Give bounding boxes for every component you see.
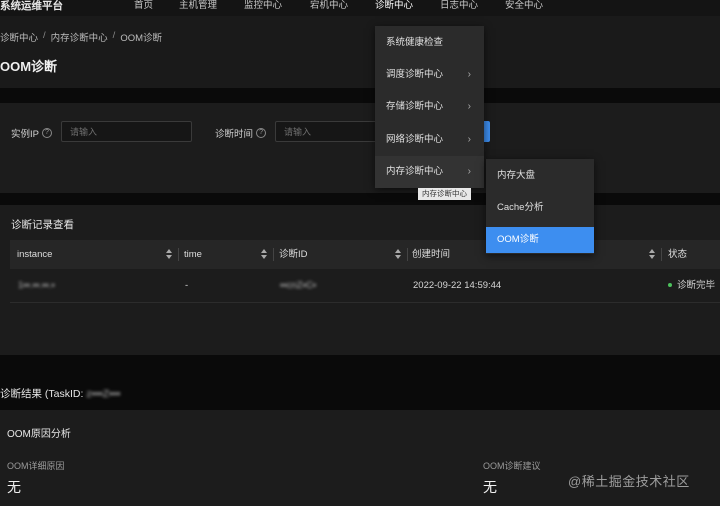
column-header-status: 状态: [668, 249, 688, 260]
chevron-right-icon: ›: [467, 166, 471, 177]
nav-item-log-center[interactable]: 日志中心: [440, 0, 478, 16]
breadcrumb-item-diagnose-center[interactable]: 诊断中心: [0, 30, 38, 44]
nav-item-diagnose-center[interactable]: 诊断中心: [375, 0, 413, 16]
nav-item-home[interactable]: 首页: [134, 0, 153, 16]
nav-item-security-center[interactable]: 安全中心: [505, 0, 543, 16]
nav-item-host-management[interactable]: 主机管理: [179, 0, 217, 16]
status-dot-icon: [668, 283, 672, 288]
column-divider: [273, 248, 274, 261]
records-title: 诊断记录查看: [11, 219, 74, 231]
cell-time: -: [185, 280, 189, 291]
submenu-item-memory-dashboard[interactable]: 内存大盘: [486, 163, 594, 189]
instance-ip-input[interactable]: [61, 121, 192, 142]
result-title: 诊断结果 (TaskID: z▪▪▪Z▪▪▪: [0, 386, 120, 401]
chevron-right-icon: ›: [467, 134, 471, 145]
memory-center-submenu: 内存大盘 Cache分析 OOM诊断: [486, 159, 594, 254]
menu-item-label: 系统健康检查: [386, 37, 444, 48]
menu-item-label: 调度诊断中心: [386, 69, 444, 80]
column-header-time[interactable]: time: [184, 240, 202, 269]
menu-item-label: 存储诊断中心: [386, 101, 444, 112]
menu-item-label: 内存诊断中心: [386, 166, 444, 177]
breadcrumb-separator: /: [43, 30, 46, 41]
nav-item-monitor-center[interactable]: 监控中心: [244, 0, 282, 16]
chevron-right-icon: ›: [467, 69, 471, 80]
submenu-item-cache-analysis[interactable]: Cache分析: [486, 195, 594, 221]
nav-item-crash-center[interactable]: 宕机中心: [310, 0, 348, 16]
column-header-created-time[interactable]: 创建时间: [412, 240, 450, 269]
table-header: instance time 诊断ID 创建时间 状态: [10, 240, 720, 269]
cell-instance: 1▪▪.▪▪.▪▪.▪: [18, 280, 55, 291]
help-icon[interactable]: ?: [256, 128, 267, 138]
instance-ip-label: 实例IP ?: [11, 126, 52, 140]
chevron-right-icon: ›: [467, 101, 471, 112]
breadcrumb: 诊断中心 / 内存诊断中心 / OOM诊断: [0, 30, 162, 44]
result-title-prefix: 诊断结果 (TaskID:: [0, 388, 87, 400]
column-divider: [178, 248, 179, 261]
column-divider: [407, 248, 408, 261]
result-panel: [0, 410, 720, 506]
sort-icon[interactable]: [649, 249, 655, 260]
menu-item-storage-center[interactable]: 存储诊断中心 ›: [375, 91, 484, 123]
oom-advice-label: OOM诊断建议: [483, 461, 541, 471]
section-divider: [0, 88, 720, 103]
app-title[interactable]: 系统运维平台: [0, 0, 63, 16]
watermark: @稀土掘金技术社区: [568, 474, 690, 489]
sort-icon[interactable]: [166, 249, 172, 260]
menu-item-memory-center[interactable]: 内存诊断中心 ›: [375, 156, 484, 188]
diagnose-center-dropdown: 系统健康检查 调度诊断中心 › 存储诊断中心 › 网络诊断中心 › 内存诊断中心 ›: [375, 26, 484, 188]
section-divider: [0, 193, 720, 205]
diagnose-time-input[interactable]: [275, 121, 385, 142]
oom-detail-value: 无: [7, 479, 21, 495]
table-row[interactable]: 1▪▪.▪▪.▪▪.▪ - ▪▪cnZ▪C▪ 2022-09-22 14:59:…: [10, 269, 720, 303]
column-divider: [661, 248, 662, 261]
diagnose-time-label-text: 诊断时间: [215, 129, 254, 140]
instance-ip-label-text: 实例IP: [11, 129, 39, 140]
sort-icon[interactable]: [395, 249, 401, 260]
cell-created-time: 2022-09-22 14:59:44: [413, 280, 502, 291]
menu-item-label: 网络诊断中心: [386, 134, 444, 145]
cell-diag-id[interactable]: ▪▪cnZ▪C▪: [280, 269, 316, 303]
oom-advice-value: 无: [483, 479, 497, 495]
breadcrumb-item-oom: OOM诊断: [120, 33, 163, 44]
menu-item-system-health-check[interactable]: 系统健康检查: [375, 27, 484, 59]
breadcrumb-separator: /: [112, 30, 116, 41]
diagnose-time-label: 诊断时间 ?: [215, 126, 267, 140]
oom-analysis-title: OOM原因分析: [7, 429, 71, 440]
menu-item-scheduler-center[interactable]: 调度诊断中心 ›: [375, 59, 484, 91]
filter-panel: [0, 103, 720, 193]
top-navbar: 系统运维平台 首页 主机管理 监控中心 宕机中心 诊断中心 日志中心 安全中心: [0, 0, 720, 16]
oom-detail-label: OOM详细原因: [7, 461, 65, 471]
help-icon[interactable]: ?: [41, 128, 52, 138]
submenu-item-oom-diagnose[interactable]: OOM诊断: [486, 227, 594, 253]
column-header-instance[interactable]: instance: [17, 240, 52, 269]
menu-item-network-center[interactable]: 网络诊断中心 ›: [375, 124, 484, 156]
breadcrumb-item-memory-center[interactable]: 内存诊断中心: [51, 30, 108, 44]
tooltip: 内存诊断中心: [418, 188, 471, 200]
cell-status: 诊断完毕: [668, 269, 720, 303]
sort-icon[interactable]: [261, 249, 267, 260]
section-divider: [0, 355, 720, 410]
page-title: OOM诊断: [0, 59, 58, 74]
column-header-diag-id[interactable]: 诊断ID: [279, 240, 308, 269]
status-text: 诊断完毕: [677, 280, 716, 291]
task-id: z▪▪▪Z▪▪▪: [86, 388, 121, 400]
